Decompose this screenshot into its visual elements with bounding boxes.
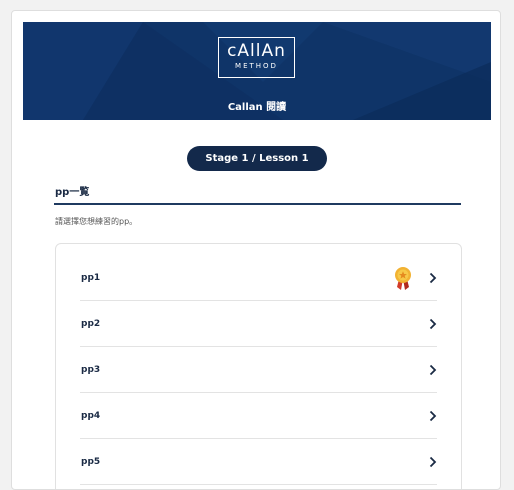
logo-main-text: cAllAn: [227, 41, 286, 61]
chevron-right-icon: [429, 318, 437, 330]
list-item-pp1[interactable]: pp1: [80, 255, 437, 301]
list-item-pp3[interactable]: pp3: [80, 347, 437, 393]
section-divider: [54, 203, 461, 205]
header-banner: cAllAn METHOD Callan 閱讀: [23, 22, 491, 120]
list-item-pp2[interactable]: pp2: [80, 301, 437, 347]
list-item-pp4[interactable]: pp4: [80, 393, 437, 439]
list-item-label: pp4: [81, 411, 101, 421]
logo-sub-text: METHOD: [235, 62, 278, 70]
list-item-pp5[interactable]: pp5: [80, 439, 437, 485]
app-title: Callan 閱讀: [227, 102, 287, 113]
instruction-text: 請選擇您想練習的pp。: [55, 217, 138, 226]
chevron-right-icon: [429, 456, 437, 468]
list-item-label: pp3: [81, 365, 101, 375]
chevron-right-icon: [429, 364, 437, 376]
section-title: pp一覧: [55, 187, 90, 198]
list-item-label: pp1: [81, 273, 101, 283]
list-item-label: pp2: [81, 319, 101, 329]
callan-logo: cAllAn METHOD: [218, 37, 295, 78]
pp-list: pp1 pp2 pp3 pp4 pp5: [55, 243, 462, 489]
chevron-right-icon: [429, 410, 437, 422]
chevron-right-icon: [429, 272, 437, 284]
list-item-label: pp5: [81, 457, 101, 467]
page-card: cAllAn METHOD Callan 閱讀 Stage 1 / Lesson…: [11, 10, 501, 490]
medal-icon: [395, 267, 411, 290]
stage-lesson-pill: Stage 1 / Lesson 1: [187, 146, 327, 171]
